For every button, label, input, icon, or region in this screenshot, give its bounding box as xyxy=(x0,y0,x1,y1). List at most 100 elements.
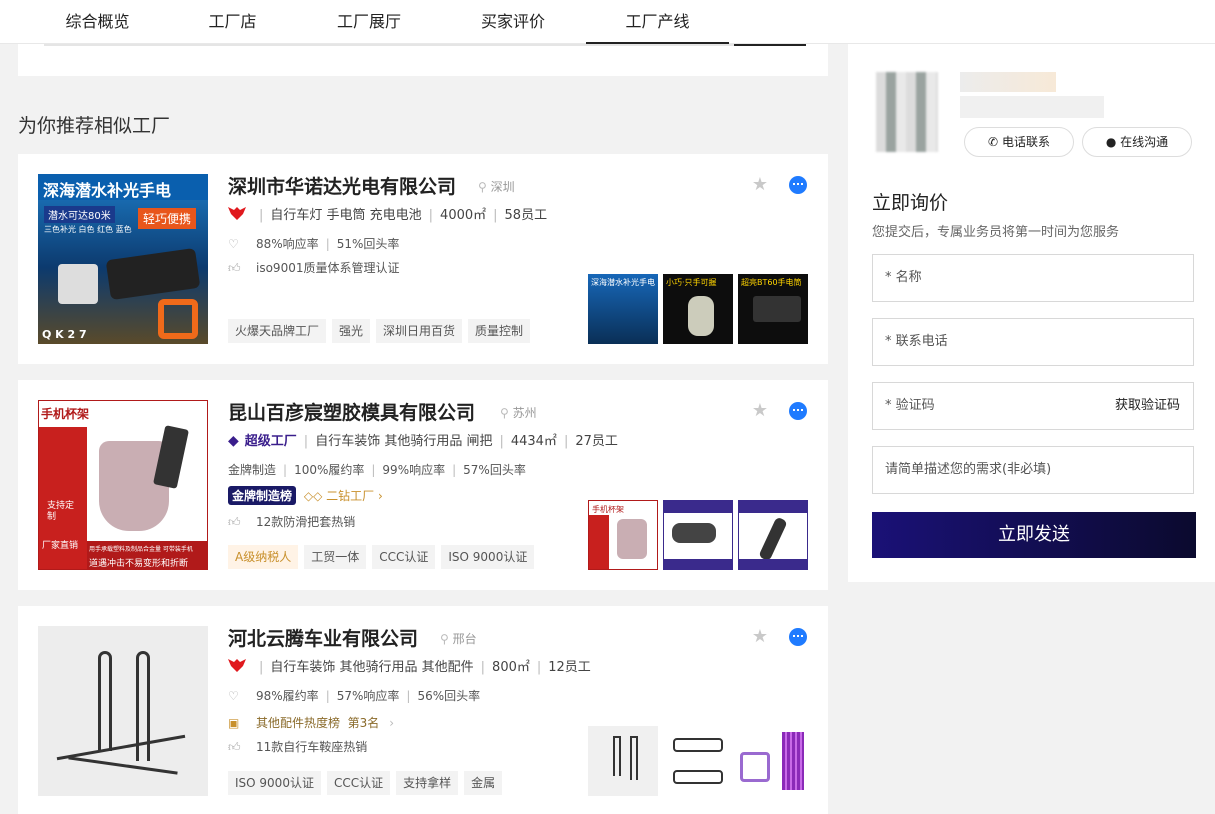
tab-showroom[interactable]: 工厂展厅 xyxy=(310,0,428,44)
image-badge: 支持定制 xyxy=(47,501,75,522)
highlight: 👍︎ iso9001质量体系管理认证 xyxy=(228,261,400,275)
section-title: 为你推荐相似工厂 xyxy=(18,115,171,137)
image-tag: 三色补光 白色 红色 蓝色 xyxy=(44,225,132,234)
tag: CCC认证 xyxy=(326,771,391,795)
company-meta: ◆ 超级工厂 | 自行车装饰 其他骑行用品 闸把 | 4434㎡ | 27员工 xyxy=(228,433,618,449)
factory-logo-icon xyxy=(228,207,246,220)
call-button[interactable]: ✆ 电话联系 xyxy=(964,127,1074,157)
tag: A级纳税人 xyxy=(228,545,299,569)
scrollbar-track[interactable] xyxy=(44,44,804,46)
gold-ranking-badge[interactable]: 金牌制造榜 xyxy=(228,486,297,505)
thumbs-up-icon: 👍︎ xyxy=(228,261,241,275)
highlight: 👍︎ 12款防滑把套热销 xyxy=(228,515,356,529)
description-field[interactable]: 请简单描述您的需求(非必填) xyxy=(872,446,1194,494)
product-image[interactable]: 手机杯架 支持定制 厂家直销 用手承载塑料及制品合金量 可带装手机 道遇冲击不易… xyxy=(38,400,208,570)
product-thumbnail[interactable] xyxy=(588,726,658,796)
heart-icon: ♡ xyxy=(228,237,239,251)
product-thumbnail[interactable]: 手机杯架 xyxy=(588,500,658,570)
factory-card[interactable]: 河北云腾车业有限公司 ⚲ 邢台 ★ | 自行车装饰 其他骑行用品 其他配件 | 800… xyxy=(18,606,828,814)
company-name[interactable]: 河北云腾车业有限公司 xyxy=(228,624,418,651)
chat-bubble-icon[interactable] xyxy=(789,628,807,646)
chat-bubble-icon[interactable] xyxy=(789,176,807,194)
metrics: 金牌制造 | 100%履约率 | 99%响应率 | 57%回头率 xyxy=(228,463,526,477)
company-name[interactable]: 昆山百彦宸塑胶模具有限公司 xyxy=(228,398,475,425)
verification-code-field[interactable]: * 验证码 获取验证码 xyxy=(872,382,1194,430)
heart-icon: ♡ xyxy=(228,689,239,703)
factory-logo-icon xyxy=(228,659,246,672)
name-field[interactable]: * 名称 xyxy=(872,254,1194,302)
tag: 火爆天品牌工厂 xyxy=(228,319,327,343)
image-caption: Q K 2 7 xyxy=(42,328,87,341)
image-caption: 用手承载塑料及制品合金量 可带装手机 xyxy=(89,546,193,553)
location-pin-icon: ⚲ xyxy=(478,180,487,194)
online-chat-button[interactable]: ● 在线沟通 xyxy=(1082,127,1192,157)
company-meta: | 自行车装饰 其他骑行用品 其他配件 | 800㎡ | 12员工 xyxy=(228,656,591,675)
inquiry-sidebar: ✆ 电话联系 ● 在线沟通 立即询价 您提交后，专属业务员将第一时间为您服务 *… xyxy=(848,44,1215,582)
scrollbar-thumb[interactable] xyxy=(734,44,806,46)
tag-list: ISO 9000认证 CCC认证 支持拿样 金属 xyxy=(228,771,508,795)
tag: 深圳日用百货 xyxy=(376,319,463,343)
company-name[interactable]: 深圳市华诺达光电有限公司 xyxy=(228,172,456,199)
location: ⚲ 苏州 xyxy=(500,406,537,420)
tab-production-line[interactable]: 工厂产线 xyxy=(586,0,729,44)
contact-title xyxy=(960,96,1104,118)
product-thumbnail[interactable] xyxy=(738,726,808,796)
phone-field[interactable]: * 联系电话 xyxy=(872,318,1194,366)
product-thumbnail[interactable]: 超亮BT60手电筒 xyxy=(738,274,808,344)
chat-bubble-icon[interactable] xyxy=(789,402,807,420)
product-thumbnail[interactable] xyxy=(663,726,733,796)
product-thumbnail[interactable]: 小巧·只手可握 xyxy=(663,274,733,344)
product-thumbnail[interactable] xyxy=(738,500,808,570)
chevron-right-icon: › xyxy=(377,489,383,503)
thumbs-up-icon: 👍︎ xyxy=(228,740,241,754)
favorite-star-icon[interactable]: ★ xyxy=(752,400,768,421)
tag-list: 火爆天品牌工厂 强光 深圳日用百货 质量控制 xyxy=(228,319,536,343)
badges: 金牌制造榜 ◇◇ 二钻工厂 › xyxy=(228,486,383,505)
tag: 质量控制 xyxy=(468,319,531,343)
image-tag: 潜水可达80米 xyxy=(44,206,115,223)
tab-bar: 综合概览 工厂店 工厂展厅 买家评价 工厂产线 xyxy=(0,0,1215,44)
product-image[interactable] xyxy=(38,626,208,796)
tag: 工贸一体 xyxy=(304,545,367,569)
highlight: 👍︎ 11款自行车鞍座热销 xyxy=(228,740,368,754)
phone-icon: ✆ xyxy=(988,135,999,149)
previous-section-bottom xyxy=(18,44,828,76)
product-thumbnail[interactable]: 深海潜水补光手电 xyxy=(588,274,658,344)
company-meta: | 自行车灯 手电筒 充电电池 | 4000㎡ | 58员工 xyxy=(228,204,547,223)
location: ⚲ 深圳 xyxy=(478,180,515,194)
diamond-icon: ◆ xyxy=(228,433,239,449)
image-title: 手机杯架 xyxy=(41,407,90,421)
image-badge: 厂家直销 xyxy=(42,541,79,551)
contact-name xyxy=(960,72,1056,92)
metrics: ♡ 88%响应率 | 51%回头率 xyxy=(228,237,400,251)
image-title: 深海潜水补光手电 xyxy=(43,181,172,200)
product-image[interactable]: 深海潜水补光手电 潜水可达80米 轻巧便携 三色补光 白色 红色 蓝色 Q K … xyxy=(38,174,208,344)
get-code-button[interactable]: 获取验证码 xyxy=(1115,383,1180,429)
tab-factory-store[interactable]: 工厂店 xyxy=(180,0,285,44)
location: ⚲ 邢台 xyxy=(440,632,477,646)
submit-button[interactable]: 立即发送 xyxy=(872,512,1196,558)
ranking[interactable]: ▣ 其他配件热度榜 第3名 › xyxy=(228,714,394,731)
favorite-star-icon[interactable]: ★ xyxy=(752,626,768,647)
factory-card[interactable]: 深海潜水补光手电 潜水可达80米 轻巧便携 三色补光 白色 红色 蓝色 Q K … xyxy=(18,154,828,364)
factory-level: 超级工厂 xyxy=(244,434,297,449)
tag: 支持拿样 xyxy=(396,771,459,795)
tab-reviews[interactable]: 买家评价 xyxy=(455,0,571,44)
tag: 金属 xyxy=(464,771,503,795)
chat-icon: ● xyxy=(1105,135,1117,149)
chevron-right-icon: › xyxy=(389,716,395,730)
tab-overview[interactable]: 综合概览 xyxy=(40,0,155,44)
favorite-star-icon[interactable]: ★ xyxy=(752,174,768,195)
ranking-flag-icon: ▣ xyxy=(228,716,240,730)
metrics: ♡ 98%履约率 | 57%响应率 | 56%回头率 xyxy=(228,689,481,703)
tag: ISO 9000认证 xyxy=(228,771,321,795)
factory-card[interactable]: 手机杯架 支持定制 厂家直销 用手承载塑料及制品合金量 可带装手机 道遇冲击不易… xyxy=(18,380,828,590)
location-pin-icon: ⚲ xyxy=(500,406,509,420)
image-tag: 轻巧便携 xyxy=(138,208,197,229)
product-thumbnail[interactable] xyxy=(663,500,733,570)
diamond-factory-icon: ◇◇ xyxy=(303,489,323,503)
tag: CCC认证 xyxy=(372,545,436,569)
tag: 强光 xyxy=(332,319,371,343)
location-pin-icon: ⚲ xyxy=(440,632,449,646)
diamond-factory-link[interactable]: 二钻工厂 xyxy=(326,489,374,503)
